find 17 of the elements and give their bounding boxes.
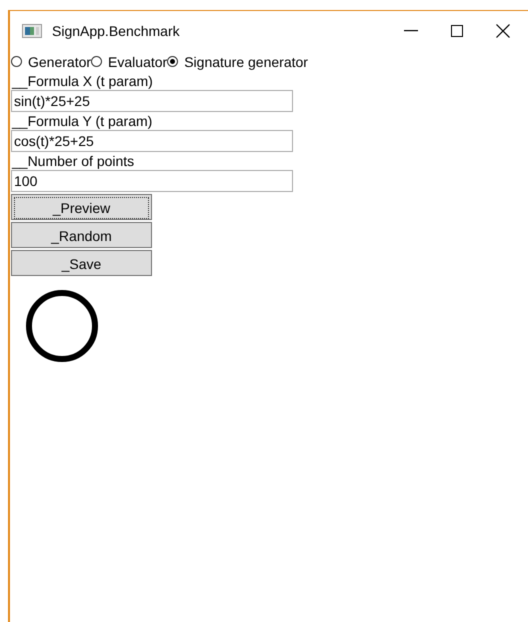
maximize-icon[interactable] [451, 25, 463, 37]
input-field[interactable]: sin(t)*25+25 [11, 90, 293, 112]
input-field[interactable]: cos(t)*25+25 [11, 130, 293, 152]
field-label: __Formula Y (t param) [11, 112, 154, 130]
app-icon [22, 24, 42, 38]
minimize-icon[interactable] [404, 30, 418, 32]
action-button[interactable]: _Preview [11, 194, 152, 220]
field-label: __Formula X (t param) [11, 72, 154, 90]
action-button[interactable]: _Save [11, 250, 152, 276]
action-button[interactable]: _Random [11, 222, 152, 248]
mode-radio[interactable]: Signature generator [167, 54, 308, 70]
mode-radio[interactable]: Evaluator [91, 54, 168, 70]
mode-radio[interactable]: Generator [11, 54, 92, 70]
window-title: SignApp.Benchmark [52, 23, 180, 39]
field-label: __Number of points [11, 152, 136, 170]
input-field[interactable]: 100 [11, 170, 293, 192]
close-icon[interactable] [496, 24, 510, 38]
